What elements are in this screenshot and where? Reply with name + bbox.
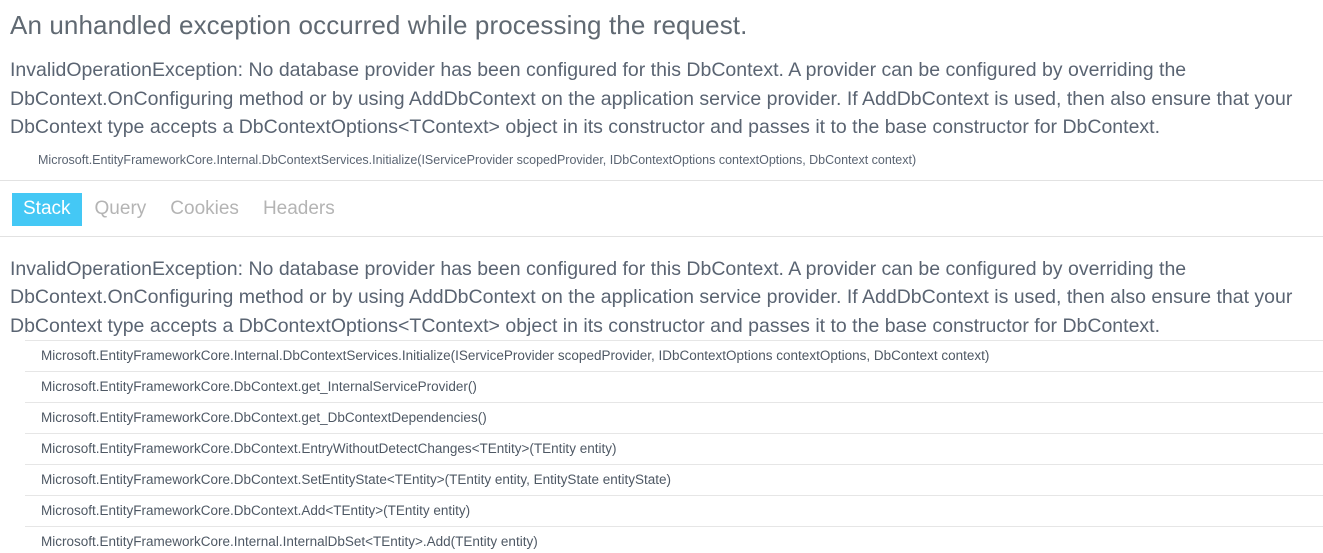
tab-query[interactable]: Query — [84, 193, 158, 226]
tab-headers[interactable]: Headers — [252, 193, 346, 226]
exception-top-frame: Microsoft.EntityFrameworkCore.Internal.D… — [38, 152, 917, 167]
tab-bar: Stack Query Cookies Headers — [0, 181, 1323, 236]
stack-frame[interactable]: Microsoft.EntityFrameworkCore.DbContext.… — [25, 464, 1323, 495]
stack-exception-summary: InvalidOperationException: No database p… — [0, 237, 1323, 341]
stack-exception-message: InvalidOperationException: No database p… — [10, 257, 1293, 337]
exception-summary: InvalidOperationException: No database p… — [0, 42, 1323, 169]
developer-exception-page: An unhandled exception occurred while pr… — [0, 0, 1323, 553]
stack-frame[interactable]: Microsoft.EntityFrameworkCore.DbContext.… — [25, 371, 1323, 402]
tab-cookies[interactable]: Cookies — [159, 193, 250, 226]
exception-message: InvalidOperationException: No database p… — [10, 59, 1293, 138]
stack-frame[interactable]: Microsoft.EntityFrameworkCore.Internal.D… — [25, 340, 1323, 371]
stack-frame-list: Microsoft.EntityFrameworkCore.Internal.D… — [0, 340, 1323, 553]
stack-frame[interactable]: Microsoft.EntityFrameworkCore.Internal.I… — [25, 526, 1323, 553]
stack-frame[interactable]: Microsoft.EntityFrameworkCore.DbContext.… — [25, 495, 1323, 526]
tab-stack[interactable]: Stack — [12, 192, 82, 226]
stack-frame[interactable]: Microsoft.EntityFrameworkCore.DbContext.… — [25, 433, 1323, 464]
page-header: An unhandled exception occurred while pr… — [0, 0, 1323, 42]
stack-frame[interactable]: Microsoft.EntityFrameworkCore.DbContext.… — [25, 402, 1323, 433]
stack-panel: InvalidOperationException: No database p… — [0, 237, 1323, 553]
page-title: An unhandled exception occurred while pr… — [10, 10, 748, 40]
